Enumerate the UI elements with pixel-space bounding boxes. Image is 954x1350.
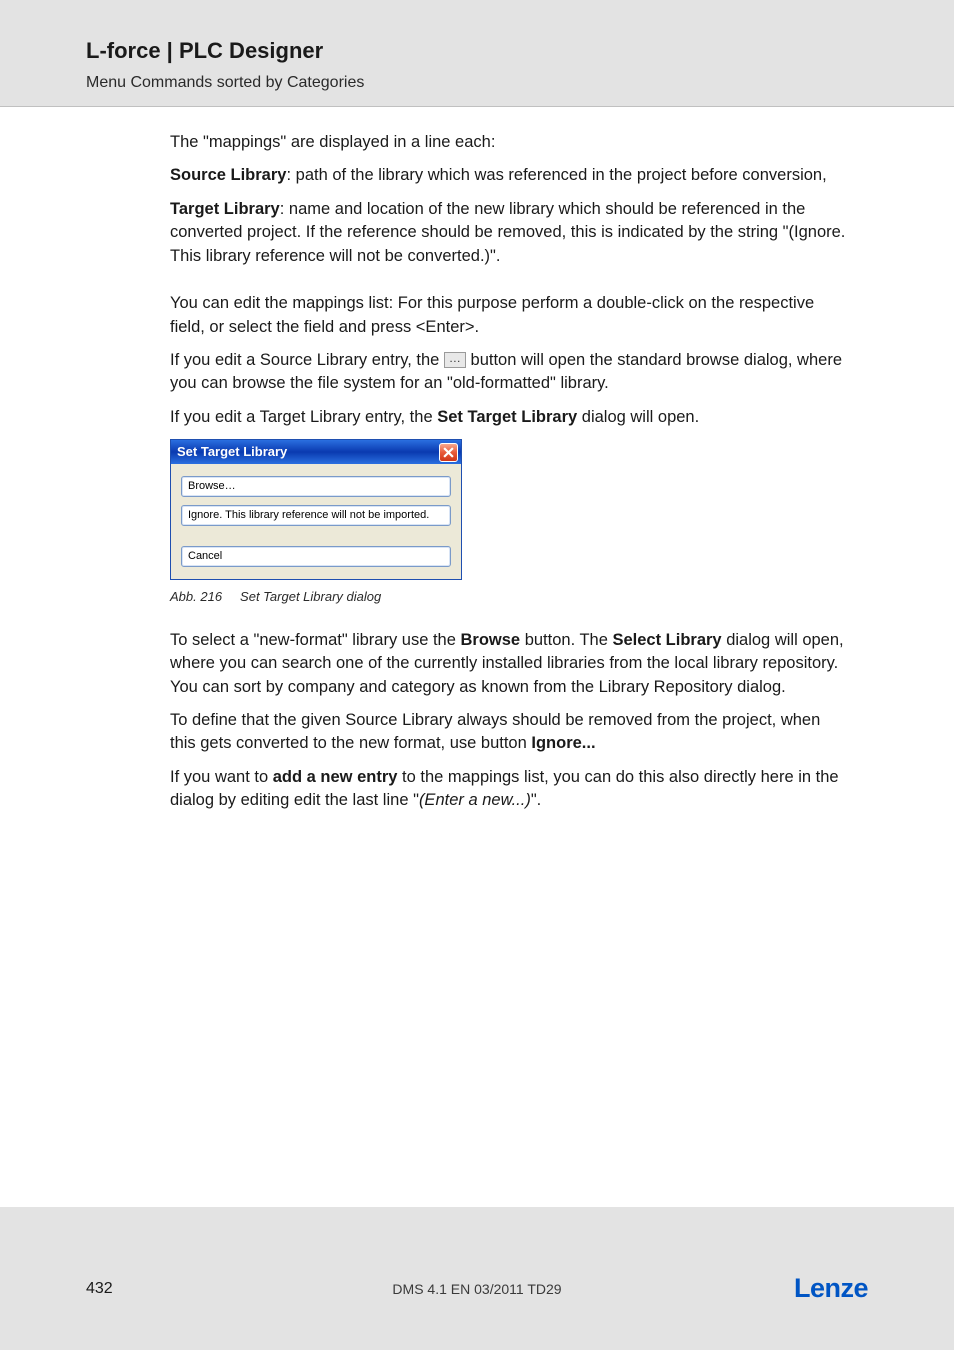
page-footer: 432 DMS 4.1 EN 03/2011 TD29 Lenze <box>0 1273 954 1304</box>
term-set-target-library: Set Target Library <box>437 408 577 426</box>
text: dialog will open. <box>577 408 699 426</box>
dialog-figure: Set Target Library Browse… Ignore. This … <box>170 439 849 580</box>
browse-button[interactable]: Browse… <box>181 476 451 497</box>
paragraph: Target Library: name and location of the… <box>170 198 849 268</box>
dialog-title: Set Target Library <box>177 443 287 461</box>
header-subtitle: Menu Commands sorted by Categories <box>86 74 954 92</box>
page-header: L-force | PLC Designer Menu Commands sor… <box>0 0 954 107</box>
dialog-body: Browse… Ignore. This library reference w… <box>171 464 461 579</box>
set-target-library-dialog: Set Target Library Browse… Ignore. This … <box>170 439 462 580</box>
term-browse: Browse <box>461 631 521 649</box>
paragraph: The "mappings" are displayed in a line e… <box>170 131 849 154</box>
paragraph: Source Library: path of the library whic… <box>170 164 849 187</box>
lenze-logo: Lenze <box>794 1273 868 1304</box>
paragraph: To select a "new-format" library use the… <box>170 629 849 699</box>
page-body: The "mappings" are displayed in a line e… <box>0 107 954 1207</box>
text: button. The <box>520 631 612 649</box>
term-enter-a-new: (Enter a new...) <box>419 791 531 809</box>
header-title: L-force | PLC Designer <box>86 38 954 64</box>
close-button[interactable] <box>439 443 458 462</box>
paragraph: To define that the given Source Library … <box>170 709 849 756</box>
paragraph: You can edit the mappings list: For this… <box>170 292 849 339</box>
close-icon <box>443 447 454 458</box>
document-id: DMS 4.1 EN 03/2011 TD29 <box>392 1281 561 1297</box>
figure-caption-text: Set Target Library dialog <box>240 589 381 604</box>
text: To define that the given Source Library … <box>170 711 820 752</box>
page-number: 432 <box>86 1280 113 1298</box>
term-add-new-entry: add a new entry <box>273 768 398 786</box>
paragraph: If you want to add a new entry to the ma… <box>170 766 849 813</box>
text: If you edit a Source Library entry, the <box>170 351 444 369</box>
term-select-library: Select Library <box>612 631 721 649</box>
text: If you edit a Target Library entry, the <box>170 408 437 426</box>
text: If you want to <box>170 768 273 786</box>
content-column: The "mappings" are displayed in a line e… <box>170 131 849 813</box>
ellipsis-button-icon <box>444 352 466 368</box>
term-source-library: Source Library <box>170 166 286 184</box>
term-target-library: Target Library <box>170 200 280 218</box>
paragraph: If you edit a Target Library entry, the … <box>170 406 849 429</box>
text: : path of the library which was referenc… <box>286 166 826 184</box>
term-ignore: Ignore... <box>531 734 595 752</box>
figure-number: Abb. 216 <box>170 589 222 604</box>
cancel-button[interactable]: Cancel <box>181 546 451 567</box>
text: ". <box>531 791 541 809</box>
paragraph: If you edit a Source Library entry, the … <box>170 349 849 396</box>
dialog-titlebar: Set Target Library <box>171 440 461 464</box>
ignore-button[interactable]: Ignore. This library reference will not … <box>181 505 451 526</box>
figure-caption: Abb. 216 Set Target Library dialog <box>170 588 849 606</box>
text: To select a "new-format" library use the <box>170 631 461 649</box>
